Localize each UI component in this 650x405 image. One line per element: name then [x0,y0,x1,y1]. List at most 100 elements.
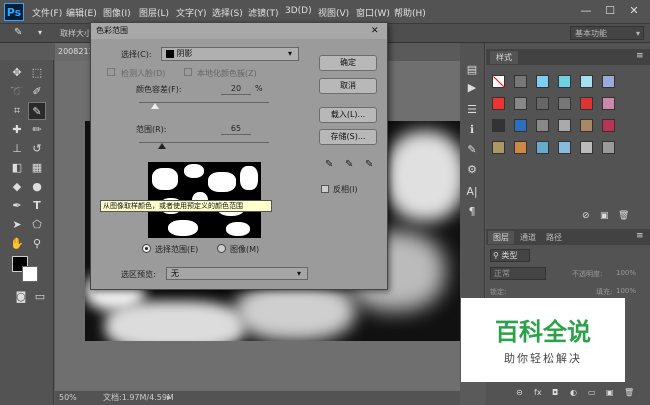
actions-panel-icon[interactable]: ▶ [463,79,481,97]
lasso-tool-icon[interactable]: ➰ [8,83,26,101]
gradient-tool-icon[interactable]: ▦ [28,159,46,177]
tab-styles[interactable]: 样式 [490,51,518,64]
style-swatch[interactable] [558,141,571,154]
invert-checkbox[interactable] [321,185,329,193]
tool-preset-dropdown[interactable]: ▾ [38,28,42,37]
blend-mode-select[interactable]: 正常 [490,267,546,280]
tab-channels[interactable]: 通道 [520,232,536,243]
menu-help[interactable]: 帮助(H) [394,6,426,19]
fuzziness-slider-thumb[interactable] [151,103,160,109]
eraser-tool-icon[interactable]: ◧ [8,159,26,177]
style-swatch[interactable] [602,119,615,132]
eyedropper-minus-icon[interactable]: ✎ [365,159,373,170]
fill-value[interactable]: 100% [616,287,636,295]
eyedropper-icon[interactable]: ✎ [325,159,333,170]
menu-window[interactable]: 窗口(W) [356,6,390,19]
save-button[interactable]: 存储(S)... [319,129,377,145]
new-style-icon[interactable]: ▣ [600,211,609,221]
document-tab[interactable]: 2008211 [55,43,95,61]
link-layers-icon[interactable]: ⊝ [516,388,523,397]
hand-tool-icon[interactable]: ✋ [8,235,26,253]
menu-select[interactable]: 选择(S) [212,6,243,19]
cancel-button[interactable]: 取消 [319,78,377,94]
menu-image[interactable]: 图像(I) [103,6,131,19]
background-color-swatch[interactable] [22,266,38,282]
opacity-value[interactable]: 100% [616,269,636,277]
menu-3d[interactable]: 3D(D) [285,6,312,16]
delete-style-icon[interactable]: 🗑 [618,211,629,221]
style-swatch[interactable] [580,141,593,154]
marquee-tool-icon[interactable]: ⬚ [28,64,46,82]
shape-tool-icon[interactable]: ⬠ [28,216,46,234]
layer-style-icon[interactable]: fx [534,388,542,397]
minimize-icon[interactable]: — [574,2,598,20]
add-mask-icon[interactable]: ◘ [552,388,558,397]
quick-select-tool-icon[interactable]: ✐ [28,83,46,101]
history-brush-icon[interactable]: ↺ [28,140,46,158]
layer-filter-select[interactable]: ⚲ 类型 [490,249,530,262]
select-dropdown[interactable]: 阴影 ▾ [161,47,299,61]
close-icon[interactable]: ✕ [622,2,646,20]
zoom-tool-icon[interactable]: ⚲ [28,235,46,253]
style-swatch[interactable] [580,75,593,88]
pen-tool-icon[interactable]: ✒ [8,197,26,215]
style-swatch[interactable] [536,141,549,154]
clone-stamp-icon[interactable]: ⊥ [8,140,26,158]
adjustment-layer-icon[interactable]: ◐ [570,388,577,397]
tab-paths[interactable]: 路径 [546,232,562,243]
new-group-icon[interactable]: ▭ [588,388,596,397]
style-swatch[interactable] [602,141,615,154]
path-select-icon[interactable]: ➤ [8,216,26,234]
menu-filter[interactable]: 滤镜(T) [248,6,279,19]
dialog-titlebar[interactable]: 色彩范围 ✕ [91,23,387,39]
menu-type[interactable]: 文字(Y) [176,6,207,19]
style-swatch[interactable] [514,97,527,110]
menu-file[interactable]: 文件(F) [32,6,62,19]
radio-selection[interactable] [142,244,151,253]
style-swatch[interactable] [514,141,527,154]
healing-brush-icon[interactable]: ✚ [8,121,26,139]
character-panel-icon[interactable]: A| [463,183,481,201]
tab-layers[interactable]: 图层 [488,231,514,244]
paragraph-panel-icon[interactable]: ¶ [463,203,481,221]
style-swatch[interactable] [492,75,506,89]
clear-style-icon[interactable]: ⊘ [582,211,590,221]
menu-view[interactable]: 视图(V) [318,6,349,19]
style-swatch[interactable] [580,97,593,110]
style-swatch[interactable] [514,75,527,88]
style-swatch[interactable] [580,119,593,132]
type-tool-icon[interactable]: T [28,197,46,215]
quick-mask-icon[interactable]: ◙ [12,288,30,306]
panel-menu-icon[interactable]: ≡ [636,231,644,241]
style-swatch[interactable] [492,97,505,110]
adjustments-panel-icon[interactable]: ℹ [463,121,481,139]
style-swatch[interactable] [558,75,571,88]
move-tool-icon[interactable]: ✥ [8,64,26,82]
ok-button[interactable]: 确定 [319,55,377,71]
brush-tool-icon[interactable]: ✏ [28,121,46,139]
load-button[interactable]: 载入(L)... [319,107,377,123]
style-swatch[interactable] [492,119,505,132]
dodge-tool-icon[interactable]: ● [28,178,46,196]
preview-select[interactable]: 无 ▾ [166,267,308,280]
localized-checkbox[interactable] [184,68,192,76]
clone-source-icon[interactable]: ⚙ [463,161,481,179]
style-swatch[interactable] [602,75,615,88]
eyedropper-plus-icon[interactable]: ✎ [345,159,353,170]
menu-layer[interactable]: 图层(L) [139,6,169,19]
maximize-icon[interactable]: ☐ [598,2,622,20]
style-swatch[interactable] [558,97,571,110]
info-arrow-icon[interactable]: ▸ [167,391,171,405]
style-swatch[interactable] [514,119,527,132]
panel-menu-icon[interactable]: ≡ [636,51,644,61]
detect-faces-checkbox[interactable] [107,68,115,76]
style-swatch[interactable] [602,97,615,110]
style-swatch[interactable] [536,97,549,110]
dialog-close-icon[interactable]: ✕ [371,23,379,39]
crop-tool-icon[interactable]: ⌗ [8,102,26,120]
radio-image[interactable] [217,244,226,253]
style-swatch[interactable] [536,119,549,132]
style-swatch[interactable] [558,119,571,132]
fuzziness-input[interactable]: 20 [221,83,251,95]
delete-layer-icon[interactable]: 🗑 [624,388,634,397]
